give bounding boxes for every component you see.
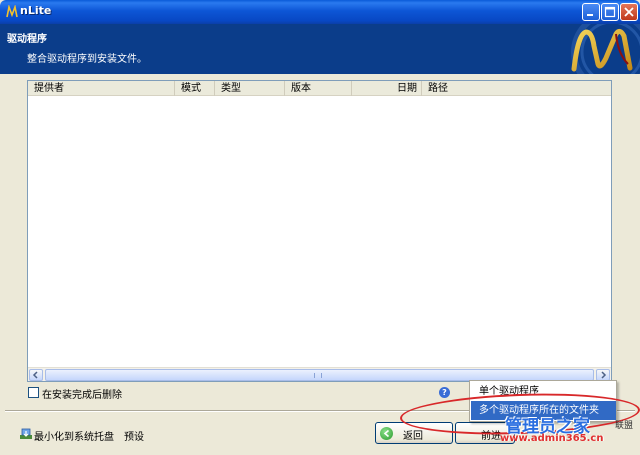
delete-after-install-checkbox[interactable] — [28, 387, 39, 398]
column-path[interactable]: 路径 — [422, 81, 611, 96]
minimize-icon — [587, 14, 593, 16]
close-button[interactable] — [620, 3, 638, 21]
nlite-app-icon — [6, 5, 18, 18]
back-arrow-icon — [380, 427, 393, 440]
column-provider[interactable]: 提供者 — [28, 81, 175, 96]
watermark-url: www.admin365.cn — [500, 433, 604, 444]
minimize-to-tray-label: 最小化到系统托盘 — [34, 432, 114, 443]
watermark-union: 联盟 — [615, 421, 634, 431]
scroll-grip — [314, 373, 322, 378]
help-icon[interactable]: ? — [439, 387, 450, 398]
chevron-left-icon — [32, 371, 38, 379]
title-bar[interactable]: nLite — [0, 0, 640, 24]
delete-after-install-label: 在安装完成后删除 — [42, 390, 122, 401]
page-subtitle: 整合驱动程序到安装文件。 — [27, 54, 147, 65]
tray-icon — [20, 428, 32, 439]
column-version[interactable]: 版本 — [285, 81, 352, 96]
chevron-right-icon — [601, 371, 607, 379]
close-icon — [624, 7, 634, 17]
page-header: 驱动程序 整合驱动程序到安装文件。 — [0, 24, 640, 74]
maximize-button[interactable] — [601, 3, 619, 21]
scroll-left-button[interactable] — [29, 369, 43, 381]
column-type[interactable]: 类型 — [215, 81, 285, 96]
list-header: 提供者 模式 类型 版本 日期 路径 — [28, 81, 611, 96]
horizontal-scrollbar[interactable] — [28, 367, 611, 381]
driver-list[interactable]: 提供者 模式 类型 版本 日期 路径 — [27, 80, 612, 382]
page-title: 驱动程序 — [7, 34, 47, 45]
column-date[interactable]: 日期 — [352, 81, 422, 96]
column-mode[interactable]: 模式 — [175, 81, 215, 96]
back-button-label: 返回 — [403, 431, 423, 442]
minimize-button[interactable] — [582, 3, 600, 21]
nlite-logo-icon — [571, 24, 640, 74]
preset-link[interactable]: 预设 — [124, 428, 144, 443]
window-title: nLite — [20, 4, 52, 17]
maximize-icon — [604, 6, 616, 18]
